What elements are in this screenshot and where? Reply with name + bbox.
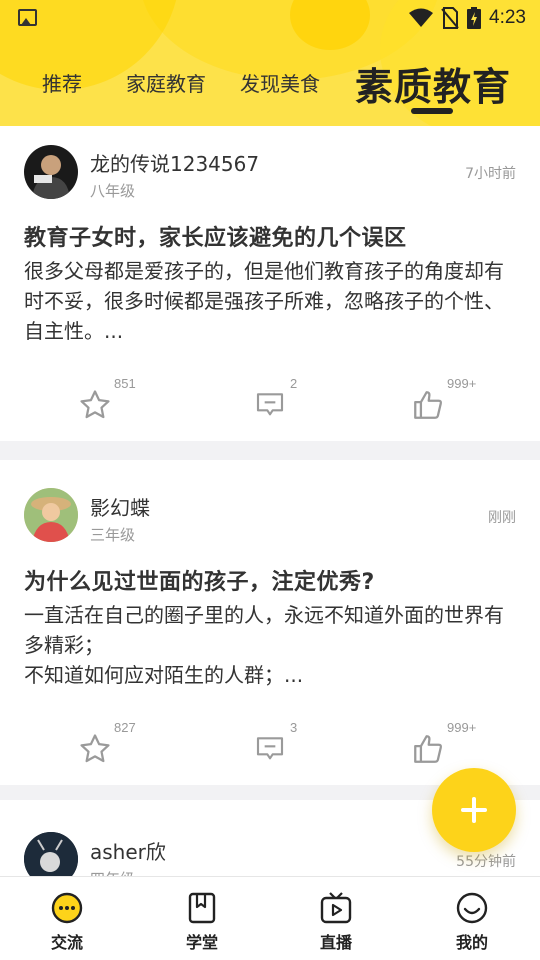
avatar[interactable] (24, 145, 78, 199)
comment-icon (256, 393, 284, 416)
username[interactable]: 影幻蝶 (90, 492, 150, 521)
category-tabs: 推荐 家庭教育 发现美食 素质教育 (0, 56, 540, 116)
thumbs-up-icon (414, 735, 443, 763)
comment-button[interactable]: 3 (254, 720, 334, 770)
user-grade: 四年级 (90, 868, 135, 876)
username[interactable]: asher欣 (90, 836, 166, 865)
star-icon (80, 390, 110, 419)
like-count: 999+ (447, 376, 477, 391)
tab-family-education[interactable]: 家庭教育 (126, 68, 206, 97)
post-excerpt: 很多父母都是爱孩子的，但是他们教育孩子的角度却有时不妥，很多时候都是强孩子所难，… (24, 259, 504, 343)
post-time: 7小时前 (465, 166, 516, 182)
add-post-button[interactable] (432, 768, 516, 852)
comment-icon (256, 737, 284, 760)
battery-charging-icon (467, 7, 482, 29)
like-count: 999+ (447, 720, 477, 735)
chat-bubble-icon (51, 892, 83, 924)
active-tab-indicator (411, 108, 453, 114)
favorite-button[interactable]: 827 (78, 720, 158, 770)
no-sim-icon (441, 7, 459, 29)
post-time: 刚刚 (488, 510, 516, 526)
comment-count: 2 (290, 376, 298, 391)
thumbs-up-icon (414, 391, 443, 419)
user-grade: 八年级 (90, 182, 136, 200)
bottom-navigation: 交流 学堂 直播 我的 (0, 876, 540, 960)
image-icon (18, 9, 37, 26)
nav-item-school[interactable]: 学堂 (162, 891, 242, 957)
post-card[interactable]: 龙的传说1234567 八年级 7小时前 教育子女时，家长应该避免的几个误区 很… (0, 126, 540, 441)
nav-item-me[interactable]: 我的 (432, 891, 512, 957)
avatar[interactable] (24, 832, 78, 876)
smiley-icon (456, 892, 488, 924)
book-icon (188, 892, 216, 924)
comment-count: 3 (290, 720, 298, 735)
avatar[interactable] (24, 488, 78, 542)
star-icon (80, 734, 110, 763)
favorite-count: 827 (114, 720, 136, 735)
post-card[interactable]: 影幻蝶 三年级 刚刚 为什么见过世面的孩子，注定优秀? 一直活在自己的圈子里的人… (0, 460, 540, 785)
like-button[interactable]: 999+ (411, 376, 491, 426)
wifi-icon (409, 8, 434, 27)
nav-item-exchange[interactable]: 交流 (27, 891, 107, 957)
clock: 4:23 (489, 7, 526, 28)
like-button[interactable]: 999+ (411, 720, 491, 770)
tab-quality-education[interactable]: 素质教育 (355, 56, 511, 111)
tv-play-icon (320, 892, 352, 924)
user-grade: 三年级 (90, 526, 136, 544)
post-excerpt: 一直活在自己的圈子里的人，永远不知道外面的世界有多精彩； 不知道如何应对陌生的人… (24, 603, 504, 687)
header: 4:23 推荐 家庭教育 发现美食 素质教育 (0, 0, 540, 126)
tab-discover-food[interactable]: 发现美食 (240, 68, 320, 97)
nav-label: 学堂 (185, 933, 218, 952)
favorite-button[interactable]: 851 (78, 376, 158, 426)
nav-label: 直播 (319, 933, 352, 952)
nav-item-live[interactable]: 直播 (296, 891, 376, 957)
comment-button[interactable]: 2 (254, 376, 334, 426)
username[interactable]: 龙的传说1234567 (90, 148, 259, 177)
post-time: 55分钟前 (456, 854, 516, 870)
post-title[interactable]: 教育子女时，家长应该避免的几个误区 (24, 220, 524, 252)
post-title[interactable]: 为什么见过世面的孩子，注定优秀? (24, 564, 524, 596)
nav-label: 我的 (455, 933, 488, 952)
favorite-count: 851 (114, 376, 136, 391)
nav-label: 交流 (50, 933, 83, 952)
tab-recommend[interactable]: 推荐 (42, 68, 82, 97)
status-bar: 4:23 (0, 0, 540, 36)
